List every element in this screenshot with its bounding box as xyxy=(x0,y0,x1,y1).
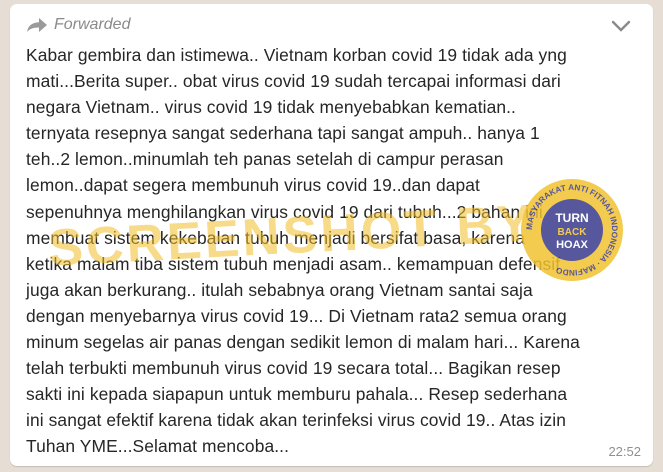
message-line: mati...Berita super.. obat virus covid 1… xyxy=(26,71,561,92)
message-line: membuat sistem kekebalan tubuh menjadi b… xyxy=(26,227,526,248)
message-text: Kabar gembira dan istimewa.. Vietnam kor… xyxy=(26,42,638,460)
message-line: sepenuhnya menghilangkan virus covid 19 … xyxy=(26,201,543,222)
message-line: juga akan berkurang.. itulah sebabnya or… xyxy=(26,279,533,300)
message-timestamp: 22:52 xyxy=(608,444,641,459)
forwarded-label: Forwarded xyxy=(26,16,130,34)
message-line: ternyata resepnya sangat sederhana tapi … xyxy=(26,123,540,144)
message-line: sakti ini kepada siapapun untuk memburu … xyxy=(26,384,568,405)
message-line: ketika malam tiba sistem tubuh menjadi a… xyxy=(26,253,561,274)
message-line: telah terbukti membunuh virus covid 19 s… xyxy=(26,358,561,379)
message-line: Tuhan YME...Selamat mencoba... xyxy=(26,436,290,457)
forwarded-text: Forwarded xyxy=(54,16,131,33)
message-line: minum segelas air panas dengan sedikit l… xyxy=(26,332,580,353)
forward-arrow-icon xyxy=(27,18,47,32)
chevron-down-icon[interactable] xyxy=(611,20,631,32)
message-line: dengan menyebarnya virus covid 19... Di … xyxy=(26,305,567,326)
message-line: teh..2 lemon..minumlah teh panas setelah… xyxy=(26,149,504,170)
message-line: negara Vietnam.. virus covid 19 tidak me… xyxy=(26,97,516,118)
message-line: lemon..dapat segera membunuh virus covid… xyxy=(26,175,480,196)
message-line: Kabar gembira dan istimewa.. Vietnam kor… xyxy=(26,45,567,65)
message-bubble[interactable]: Forwarded Kabar gembira dan istimewa.. V… xyxy=(10,4,653,466)
message-line: ini sangat efektif karena tidak akan ter… xyxy=(26,410,567,431)
